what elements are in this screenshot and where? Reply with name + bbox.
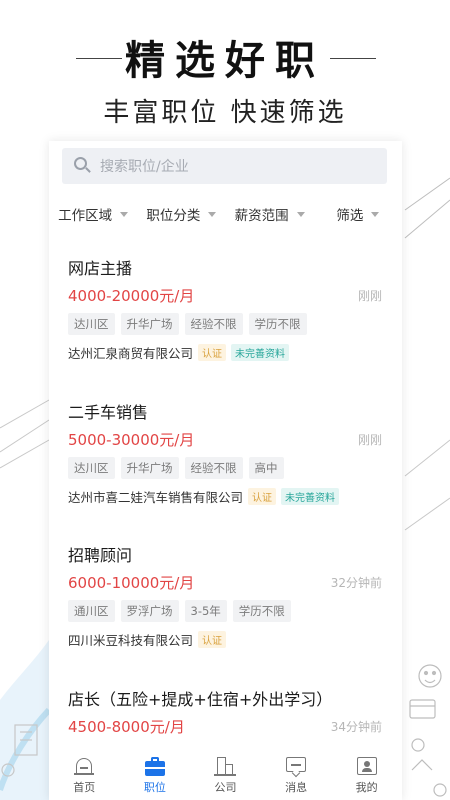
job-time: 34分钟前	[330, 720, 382, 734]
incomplete-profile-badge: 未完善资料	[281, 488, 340, 505]
profile-icon	[356, 756, 378, 776]
caret-down-icon	[371, 211, 380, 217]
company-row: 达州市喜二娃汽车销售有限公司 认证 未完善资料	[68, 487, 340, 506]
verified-badge: 认证	[198, 344, 227, 361]
job-title: 网店主播	[68, 259, 133, 278]
hero-divider-right	[330, 58, 376, 59]
hero-title: 精选好职	[125, 37, 325, 84]
company-name: 达州市喜二娃汽车销售有限公司	[68, 490, 244, 505]
job-title: 店长（五险+提成+住宿+外出学习）	[68, 690, 333, 709]
job-tags: 达川区 升华广场 经验不限 学历不限	[68, 313, 313, 335]
job-time: 刚刚	[357, 433, 382, 447]
job-tag: 学历不限	[248, 313, 307, 335]
caret-down-icon	[120, 211, 129, 217]
tab-messages[interactable]: 消息	[261, 746, 332, 800]
building-icon	[214, 756, 237, 776]
tab-label: 我的	[355, 781, 378, 794]
message-icon	[285, 756, 307, 778]
filter-job-category[interactable]: 职位分类	[137, 203, 225, 225]
tab-label: 职位	[143, 781, 166, 794]
job-salary: 4000-20000元/月	[68, 287, 195, 305]
job-salary: 5000-30000元/月	[68, 431, 195, 449]
job-tag: 达川区	[68, 313, 115, 335]
filter-salary-range[interactable]: 薪资范围	[226, 203, 314, 225]
tab-home[interactable]: 首页	[49, 746, 120, 800]
caret-down-icon	[296, 211, 305, 217]
job-tags: 通川区 罗浮广场 3-5年 学历不限	[68, 600, 297, 622]
filter-bar: 工作区域 职位分类 薪资范围 筛选	[49, 203, 402, 225]
job-tag: 经验不限	[184, 457, 243, 479]
filter-label: 工作区域	[58, 208, 113, 224]
company-name: 达州汇泉商贸有限公司	[68, 346, 194, 361]
verified-badge: 认证	[198, 631, 227, 648]
job-salary: 4500-8000元/月	[68, 718, 185, 736]
job-tag: 升华广场	[120, 457, 179, 479]
tab-jobs[interactable]: 职位	[120, 746, 191, 800]
tab-label: 首页	[73, 781, 96, 794]
job-time: 刚刚	[357, 289, 382, 303]
filter-label: 职位分类	[146, 208, 201, 224]
tab-profile[interactable]: 我的	[331, 746, 402, 800]
bottom-tab-bar: 首页 职位 公司 消息 我的	[49, 746, 402, 800]
search-icon	[74, 157, 92, 175]
filter-label: 筛选	[336, 208, 364, 224]
company-row: 达州汇泉商贸有限公司 认证 未完善资料	[68, 343, 290, 362]
verified-badge: 认证	[248, 488, 277, 505]
filter-work-area[interactable]: 工作区域	[49, 203, 137, 225]
search-bar[interactable]: 搜索职位/企业	[62, 148, 387, 184]
tab-label: 消息	[285, 781, 308, 794]
filter-more[interactable]: 筛选	[314, 203, 402, 225]
filter-label: 薪资范围	[234, 208, 289, 224]
job-tag: 通川区	[68, 600, 115, 622]
caret-down-icon	[208, 211, 217, 217]
company-name: 四川米豆科技有限公司	[68, 633, 194, 648]
job-tag: 学历不限	[232, 600, 291, 622]
job-tag: 3-5年	[184, 600, 227, 622]
home-icon	[73, 756, 95, 776]
job-tag: 高中	[248, 457, 284, 479]
incomplete-profile-badge: 未完善资料	[231, 344, 290, 361]
job-tag: 经验不限	[184, 313, 243, 335]
tab-label: 公司	[214, 781, 237, 794]
company-row: 四川米豆科技有限公司 认证	[68, 630, 227, 649]
job-title: 二手车销售	[68, 403, 149, 422]
job-title: 招聘顾问	[68, 546, 133, 565]
job-time: 32分钟前	[330, 576, 382, 590]
search-placeholder: 搜索职位/企业	[100, 159, 189, 175]
job-tag: 罗浮广场	[120, 600, 179, 622]
tab-company[interactable]: 公司	[190, 746, 261, 800]
briefcase-icon	[144, 756, 166, 776]
job-tags: 达川区 升华广场 经验不限 高中	[68, 457, 290, 479]
app-screen: 搜索职位/企业 工作区域 职位分类 薪资范围 筛选 网店主播 4000-2000…	[49, 141, 402, 800]
job-tag: 达川区	[68, 457, 115, 479]
job-tag: 升华广场	[120, 313, 179, 335]
job-salary: 6000-10000元/月	[68, 574, 195, 592]
hero-subtitle: 丰富职位 快速筛选	[103, 98, 347, 128]
